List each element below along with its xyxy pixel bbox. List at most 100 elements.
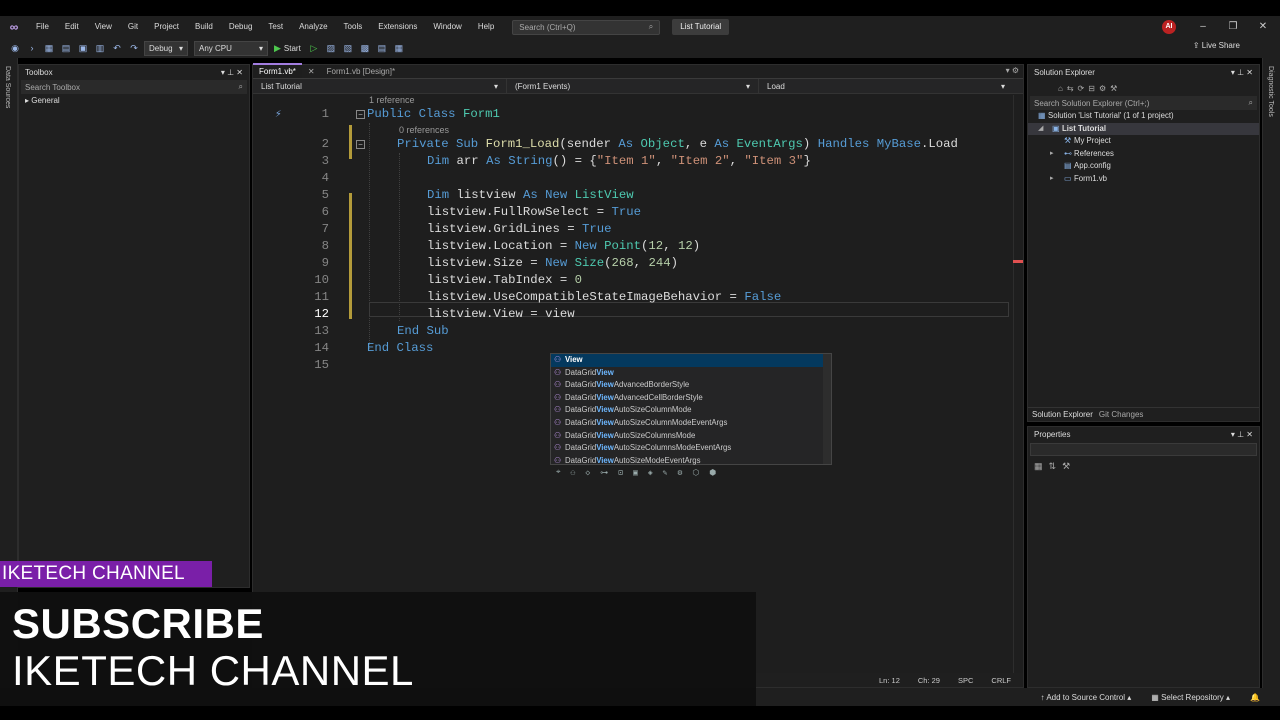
panel-controls-icon[interactable]: ▾ ⊥ ✕ [1231, 430, 1253, 439]
toolbar-icon[interactable]: ▤ [375, 41, 389, 55]
toolbar-icon[interactable]: ▧ [341, 41, 355, 55]
intellisense-item[interactable]: ⚇ DataGridViewAutoSizeColumnsModeEventArg… [551, 442, 831, 455]
undo-icon[interactable]: ↶ [110, 41, 124, 55]
tab-solution-explorer[interactable]: Solution Explorer [1032, 410, 1093, 419]
menu-git[interactable]: Git [120, 16, 146, 38]
toolbar-icon[interactable]: ▩ [358, 41, 372, 55]
start-without-debug-icon[interactable]: ▷ [307, 41, 321, 55]
intellisense-item[interactable]: ⚇ DataGridViewAutoSizeColumnsMode [551, 430, 831, 443]
filter-icon[interactable]: ◈ [648, 468, 653, 482]
tree-item-form1[interactable]: ▸ ▭ Form1.vb [1028, 173, 1259, 186]
diagnostic-tools-tab[interactable]: Diagnostic Tools [1267, 66, 1274, 117]
panel-controls-icon[interactable]: ▾ ⊥ ✕ [1231, 68, 1253, 77]
panel-controls-icon[interactable]: ▾ ⊥ ✕ [221, 68, 243, 77]
menu-view[interactable]: View [87, 16, 120, 38]
intellisense-item[interactable]: ⚇ DataGridViewAdvancedBorderStyle [551, 379, 831, 392]
new-item-icon[interactable]: ▦ [42, 41, 56, 55]
select-repository-button[interactable]: ▦ Select Repository ▴ [1151, 693, 1230, 702]
toolbar-icon[interactable]: ▨ [324, 41, 338, 55]
menu-project[interactable]: Project [146, 16, 187, 38]
menu-help[interactable]: Help [470, 16, 502, 38]
menu-edit[interactable]: Edit [57, 16, 87, 38]
categorized-icon[interactable]: ▦ [1034, 461, 1043, 472]
tab-git-changes[interactable]: Git Changes [1099, 410, 1143, 419]
maximize-icon[interactable]: ❐ [1218, 16, 1248, 38]
save-all-icon[interactable]: ▥ [93, 41, 107, 55]
intellisense-item[interactable]: ⚇ DataGridViewAutoSizeColumnModeEventArgs [551, 417, 831, 430]
menu-test[interactable]: Test [260, 16, 291, 38]
minimize-icon[interactable]: – [1188, 16, 1218, 38]
platform-dropdown[interactable]: Any CPU ▾ [194, 40, 268, 56]
config-dropdown[interactable]: Debug ▾ [144, 40, 188, 56]
global-search-input[interactable]: Search (Ctrl+Q) ⌕ [512, 19, 661, 35]
filter-icon[interactable]: ⌖ [556, 468, 561, 482]
intellisense-item[interactable]: ⚇ DataGridViewAutoSizeModeEventArgs [551, 455, 831, 468]
solution-search-input[interactable]: Search Solution Explorer (Ctrl+;) ⌕ [1030, 96, 1257, 110]
tab-form1-design[interactable]: Form1.vb [Design]* [321, 65, 401, 78]
line-ending-indicator[interactable]: CRLF [991, 676, 1011, 685]
whitespace-indicator[interactable]: SPC [958, 676, 973, 685]
menu-window[interactable]: Window [425, 16, 469, 38]
redo-icon[interactable]: ↷ [127, 41, 141, 55]
close-tab-icon[interactable]: ✕ [302, 65, 321, 78]
sync-icon[interactable]: ⟳ [1078, 84, 1085, 93]
intellisense-item[interactable]: ⚇ DataGridViewAutoSizeColumnMode [551, 404, 831, 417]
filter-icon[interactable]: ⚙ [677, 468, 682, 482]
intellisense-item[interactable]: ⚇ DataGridView [551, 367, 831, 380]
code-area[interactable]: ⚡ − − 1 reference 0 references 1 Public … [253, 95, 1013, 675]
toolbox-group-general[interactable]: ▸ General [19, 94, 249, 107]
user-avatar[interactable]: AI [1162, 20, 1176, 34]
navigate-back-icon[interactable]: ◉ [8, 41, 22, 55]
intellisense-item[interactable]: ⚇ DataGridViewAdvancedCellBorderStyle [551, 392, 831, 405]
live-share-button[interactable]: ⇪ Live Share [1193, 41, 1240, 50]
navigate-forward-icon[interactable]: › [25, 41, 39, 55]
filter-icon[interactable]: ⊡ [618, 468, 623, 482]
menu-extensions[interactable]: Extensions [370, 16, 425, 38]
menu-build[interactable]: Build [187, 16, 221, 38]
member-dropdown[interactable]: Load ▾ [759, 79, 1013, 94]
filter-icon[interactable]: ⊶ [600, 468, 608, 482]
tree-item-project[interactable]: ◢ ▣ List Tutorial [1028, 122, 1259, 136]
project-dropdown[interactable]: List Tutorial ▾ [253, 78, 507, 94]
menu-file[interactable]: File [28, 16, 57, 38]
notifications-icon[interactable]: 🔔 [1250, 693, 1260, 702]
tab-form1-vb[interactable]: Form1.vb* [253, 63, 302, 78]
filter-icon[interactable]: ◇ [585, 468, 590, 482]
collapse-all-icon[interactable]: ⊟ [1088, 84, 1095, 93]
save-icon[interactable]: ▣ [76, 41, 90, 55]
filter-icon[interactable]: ✎ [663, 468, 668, 482]
toolbox-search-input[interactable]: Search Toolbox ⌕ [21, 80, 247, 94]
filter-icon[interactable]: ▣ [633, 468, 638, 482]
open-folder-icon[interactable]: ▤ [59, 41, 73, 55]
filter-icon[interactable]: ⚇ [571, 468, 576, 482]
tree-item-references[interactable]: ▸ ⊷ References [1028, 148, 1259, 161]
reference-count[interactable]: 0 references [399, 125, 449, 135]
visual-studio-logo-icon[interactable]: ∞ [0, 16, 28, 38]
properties-icon[interactable]: ⚙ [1099, 84, 1106, 93]
chevron-right-icon[interactable]: ▸ [1050, 173, 1054, 186]
start-button[interactable]: ▶ Start [274, 43, 301, 54]
chevron-right-icon[interactable]: ▸ [1050, 148, 1054, 161]
tree-item-solution[interactable]: ▦ Solution 'List Tutorial' (1 of 1 projec… [1028, 110, 1259, 123]
tab-overflow-icon[interactable]: ▾ ⚙ [1006, 66, 1019, 75]
close-window-icon[interactable]: ✕ [1248, 16, 1278, 38]
filter-icon[interactable]: ⬡ [692, 468, 699, 482]
wrench-icon[interactable]: ⚒ [1110, 84, 1117, 93]
property-pages-icon[interactable]: ⚒ [1062, 461, 1070, 472]
editor-scrollbar[interactable] [1013, 95, 1023, 675]
class-dropdown[interactable]: (Form1 Events) ▾ [507, 78, 759, 94]
intellisense-item[interactable]: ⚇ View [551, 354, 831, 367]
menu-analyze[interactable]: Analyze [291, 16, 335, 38]
alphabetical-icon[interactable]: ⇅ [1049, 461, 1057, 472]
filter-icon[interactable]: ⬢ [709, 468, 716, 482]
home-icon[interactable]: ⌂ [1058, 84, 1063, 93]
add-to-source-control-button[interactable]: ↑ Add to Source Control ▴ [1041, 693, 1132, 702]
properties-object-dropdown[interactable] [1030, 443, 1257, 456]
tree-item-app-config[interactable]: ▤ App.config [1028, 160, 1259, 173]
switch-views-icon[interactable]: ⇆ [1067, 84, 1074, 93]
intellisense-scrollbar[interactable] [823, 354, 831, 464]
menu-debug[interactable]: Debug [221, 16, 261, 38]
chevron-down-icon[interactable]: ◢ [1038, 123, 1043, 136]
tree-item-my-project[interactable]: ⚒ My Project [1028, 135, 1259, 148]
data-sources-tab[interactable]: Data Sources [4, 66, 11, 108]
